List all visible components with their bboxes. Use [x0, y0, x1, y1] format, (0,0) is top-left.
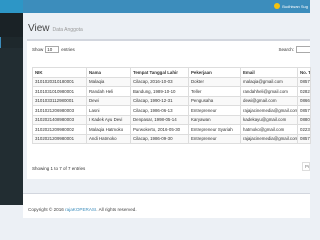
page-length-control: Show 10 entries [32, 46, 75, 53]
previous-page-button[interactable]: Prev [302, 162, 310, 171]
column-header-ttl[interactable]: Tempat Tanggal Lahir [130, 67, 189, 78]
cell-nama: Randah Heli [86, 86, 131, 97]
search-label: Search: [278, 47, 294, 52]
cell-telp: 02237880 [297, 124, 311, 135]
cell-telp: 08571106 [297, 105, 311, 116]
cell-nik: 3102021209980002 [32, 124, 87, 135]
copyright: Copyright © 2016 rajaKOPERASI. All right… [28, 207, 137, 212]
copyright-suffix: . All rights reserved. [96, 207, 137, 212]
cell-nama: Lasni [86, 105, 131, 116]
cell-pekerjaan: Pengusaha [188, 95, 241, 106]
sidebar-item[interactable] [0, 70, 23, 81]
table-row: 3102021209980001 Andi Hatmoko Cilacap, 1… [32, 133, 311, 144]
table-row: 3101021206980003 Lasni Cilacap, 1986-06-… [32, 105, 311, 116]
sidebar-user-panel [0, 13, 23, 37]
table-row: 3101031010980001 Randah Heli Bandung, 19… [32, 86, 311, 97]
entries-label: entries [61, 47, 75, 52]
cell-nik: 3102021209980001 [32, 133, 87, 144]
cell-nik: 3101031010980001 [32, 86, 87, 97]
table-row: 3102021209980002 Malaqia Hatmoko Purwoke… [32, 124, 311, 135]
column-header-nik[interactable]: NIK [32, 67, 87, 78]
column-header-email[interactable]: Email [240, 67, 298, 78]
page-length-select[interactable]: 10 [45, 46, 60, 53]
cell-email: malaqia@gmail.com [240, 76, 298, 87]
table-row: 3101033112980001 Dewi Cilacap, 1990-12-3… [32, 95, 311, 106]
cell-nama: Malaqia [86, 76, 131, 87]
navbar: Budhiwan Sug [23, 0, 310, 13]
cell-ttl: Bandung, 1989-10-10 [130, 86, 189, 97]
cell-nama: I Kadek Ayu Devi [86, 114, 131, 125]
sidebar-item-active[interactable] [0, 37, 23, 48]
copyright-link[interactable]: rajaKOPERASI [65, 207, 96, 212]
cell-pekerjaan: Entrepreneur Syariah [188, 124, 241, 135]
user-avatar-icon [274, 3, 281, 9]
data-table-box: Show 10 entries Search: NIK Nama Tempat … [27, 39, 311, 179]
cell-ttl: Cilacap, 1986-09-30 [130, 133, 189, 144]
members-table: NIK Nama Tempat Tanggal Lahir Pekerjaan … [32, 67, 311, 144]
sidebar-item[interactable] [0, 81, 23, 92]
cell-email: randahheli@gmail.com [240, 86, 298, 97]
cell-ttl: Cilacap, 1990-12-31 [130, 95, 189, 106]
cell-telp: 08661119 [297, 95, 311, 106]
cell-nik: 3101020310180001 [32, 76, 87, 87]
top-header: Budhiwan Sug [0, 0, 310, 13]
search-control: Search: [278, 46, 310, 53]
table-row: 3101020310180001 Malaqia Cilacap, 2016-1… [32, 76, 311, 87]
cell-ttl: Cilacap, 1986-06-13 [130, 105, 189, 116]
cell-telp: 08801210 [297, 114, 311, 125]
user-menu[interactable]: Budhiwan Sug [274, 3, 308, 9]
cell-email: kadekayu@gmail.com [240, 114, 298, 125]
copyright-prefix: Copyright © 2016 [28, 207, 64, 212]
cell-pekerjaan: Karyawan [188, 114, 241, 125]
logo[interactable] [0, 0, 23, 13]
cell-nama: Andi Hatmoko [86, 133, 131, 144]
cell-ttl: Cilacap, 2016-10-03 [130, 76, 189, 87]
cell-nik: 3101021206980003 [32, 105, 87, 116]
content-wrapper: View Data Anggota Show 10 entries Search… [23, 13, 311, 218]
table-controls: Show 10 entries Search: [32, 44, 310, 53]
cell-telp: 08571100 [297, 133, 311, 144]
show-label: Show [32, 47, 44, 52]
cell-email: rajajacinemedia@gmail.com [240, 133, 298, 144]
sidebar-item[interactable] [0, 92, 23, 103]
cell-nama: Malaqia Hatmoko [86, 124, 131, 135]
page-subtitle: Data Anggota [52, 27, 83, 33]
column-header-nama[interactable]: Nama [86, 67, 131, 78]
sidebar-item[interactable] [0, 48, 23, 59]
cell-nama: Dewi [86, 95, 131, 106]
cell-email: dewi@gmail.com [240, 95, 298, 106]
column-header-telp[interactable]: No. Telp # [297, 67, 311, 78]
search-input[interactable] [296, 46, 310, 53]
cell-email: hatmoko@gmail.com [240, 124, 298, 135]
cell-telp: 02827771 [297, 86, 311, 97]
cell-nik: 3102021408980003 [32, 114, 87, 125]
cell-ttl: Denpasar, 1998-05-14 [130, 114, 189, 125]
cell-pekerjaan: Teller [188, 86, 241, 97]
sidebar [0, 13, 23, 205]
cell-pekerjaan: Dokter [188, 76, 241, 87]
user-name: Budhiwan Sug [282, 3, 308, 9]
table-row: 3102021408980003 I Kadek Ayu Devi Denpas… [32, 114, 311, 125]
cell-nik: 3101033112980001 [32, 95, 87, 106]
main-footer: Copyright © 2016 rajaKOPERASI. All right… [23, 193, 310, 218]
table-info: Showing 1 to 7 of 7 entries [32, 166, 86, 171]
page-title: View [28, 23, 50, 34]
sidebar-item[interactable] [0, 59, 23, 70]
column-header-pekerjaan[interactable]: Pekerjaan [188, 67, 241, 78]
table-header-row: NIK Nama Tempat Tanggal Lahir Pekerjaan … [32, 67, 311, 78]
page-header: View Data Anggota [28, 23, 83, 34]
cell-ttl: Purwokerto, 2016-05-30 [130, 124, 189, 135]
cell-pekerjaan: Entrepreneur [188, 133, 241, 144]
cell-pekerjaan: Entrepreneur [188, 105, 241, 116]
cell-email: rajajacinemedia@gmail.com [240, 105, 298, 116]
cell-telp: 08571100 [297, 76, 311, 87]
